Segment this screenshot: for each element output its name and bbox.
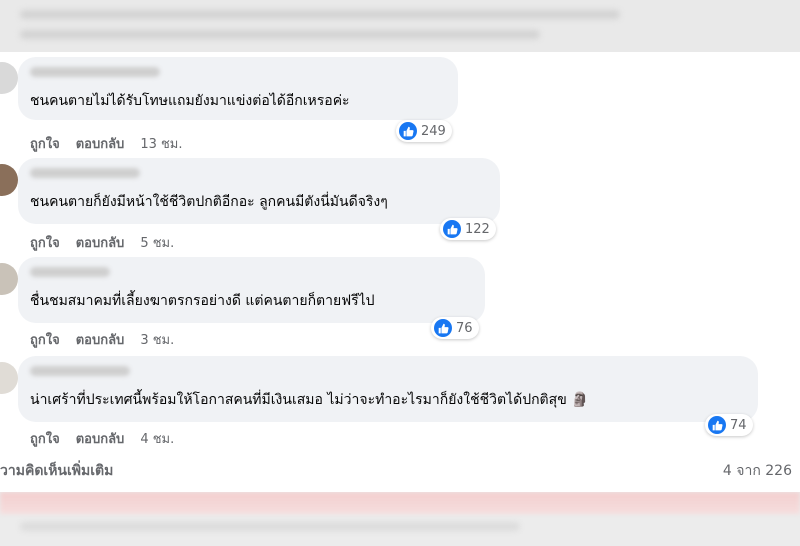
comment-bubble: น่าเศร้าที่ประเทศนี้พร้อมให้โอกาสคนที่มี…	[18, 356, 758, 422]
like-button[interactable]: ถูกใจ	[30, 232, 60, 253]
comment-text: ชื่นชมสมาคมที่เลี้ยงฆาตรกรอย่างดี แต่คนต…	[30, 293, 375, 309]
comment-bubble: ชื่นชมสมาคมที่เลี้ยงฆาตรกรอย่างดี แต่คนต…	[18, 257, 485, 323]
comment-bubble: ชนคนตายก็ยังมีหน้าใช้ชีวิตปกติอีกอะ ลูกค…	[18, 158, 500, 224]
like-count: 122	[465, 221, 490, 237]
like-icon	[708, 416, 726, 434]
comment-bubble: ชนคนตายไม่ได้รับโทษแถมยังมาแข่งต่อได้อีก…	[18, 57, 458, 120]
comment-text: ชนคนตายไม่ได้รับโทษแถมยังมาแข่งต่อได้อีก…	[30, 93, 350, 109]
like-icon	[443, 220, 461, 238]
reaction-count[interactable]: 122	[440, 218, 496, 240]
comment-actions: ถูกใจ ตอบกลับ 4 ชม.	[30, 428, 174, 449]
comment-text: น่าเศร้าที่ประเทศนี้พร้อมให้โอกาสคนที่มี…	[30, 392, 589, 408]
like-count: 74	[730, 417, 747, 433]
like-button[interactable]: ถูกใจ	[30, 329, 60, 350]
avatar[interactable]	[0, 362, 18, 394]
reaction-count[interactable]: 74	[705, 414, 753, 436]
timestamp[interactable]: 13 ชม.	[140, 133, 182, 154]
comment-actions: ถูกใจ ตอบกลับ 3 ชม.	[30, 329, 174, 350]
reply-button[interactable]: ตอบกลับ	[76, 428, 125, 449]
like-button[interactable]: ถูกใจ	[30, 133, 60, 154]
comments-panel: ชนคนตายไม่ได้รับโทษแถมยังมาแข่งต่อได้อีก…	[0, 52, 800, 492]
commenter-name[interactable]	[30, 67, 160, 77]
reaction-count[interactable]: 76	[431, 317, 479, 339]
blurred-post-text	[0, 0, 800, 52]
avatar[interactable]	[0, 263, 18, 295]
avatar[interactable]	[0, 164, 18, 196]
reply-button[interactable]: ตอบกลับ	[76, 329, 125, 350]
reply-button[interactable]: ตอบกลับ	[76, 133, 125, 154]
timestamp[interactable]: 5 ชม.	[140, 232, 174, 253]
like-icon	[434, 319, 452, 337]
blurred-page-bottom	[0, 492, 800, 546]
avatar[interactable]	[0, 62, 18, 94]
view-more-comments-link[interactable]: วามคิดเห็นเพิ่มเติม	[0, 460, 113, 482]
commenter-name[interactable]	[30, 267, 110, 277]
reaction-count[interactable]: 249	[396, 120, 452, 142]
like-count: 76	[456, 320, 473, 336]
like-icon	[399, 122, 417, 140]
comment-actions: ถูกใจ ตอบกลับ 13 ชม.	[30, 133, 183, 154]
comment-text: ชนคนตายก็ยังมีหน้าใช้ชีวิตปกติอีกอะ ลูกค…	[30, 194, 388, 210]
commenter-name[interactable]	[30, 366, 130, 376]
commenter-name[interactable]	[30, 168, 140, 178]
timestamp[interactable]: 3 ชม.	[140, 329, 174, 350]
comment-count: 4 จาก 226	[722, 463, 792, 479]
comment-actions: ถูกใจ ตอบกลับ 5 ชม.	[30, 232, 174, 253]
reply-button[interactable]: ตอบกลับ	[76, 232, 125, 253]
like-count: 249	[421, 123, 446, 139]
like-button[interactable]: ถูกใจ	[30, 428, 60, 449]
timestamp[interactable]: 4 ชม.	[140, 428, 174, 449]
